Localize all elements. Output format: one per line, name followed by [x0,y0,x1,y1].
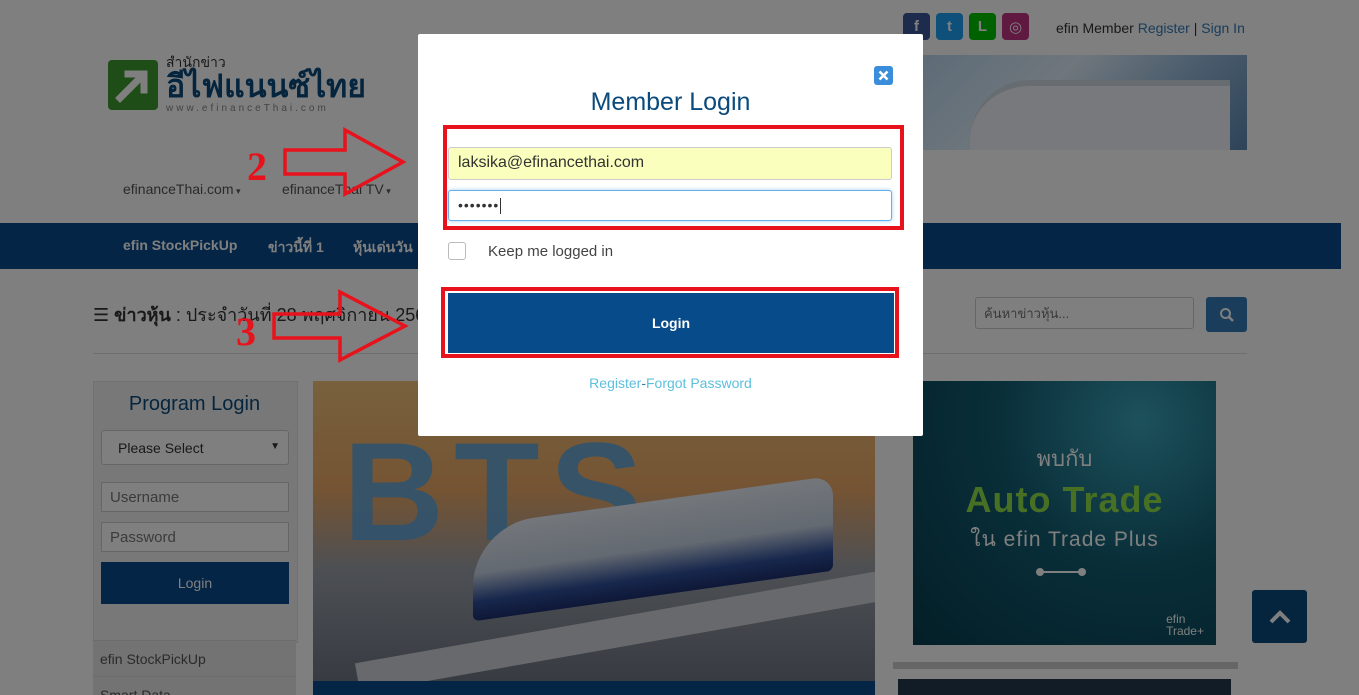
annotation-box-credentials [443,125,904,230]
step-number-3: 3 [236,309,256,354]
step-2-arrow-icon [283,127,407,197]
modal-title: Member Login [590,88,751,116]
step-3-arrow-icon [272,289,409,363]
close-icon [878,70,889,81]
keep-logged-in-checkbox[interactable] [448,242,466,260]
annotation-box-login [441,287,899,358]
forgot-password-link[interactable]: Forgot Password [646,375,752,391]
close-button[interactable] [874,66,893,85]
member-login-modal: Member Login laksika@efinancethai.com ••… [418,34,923,436]
register-link[interactable]: Register [589,375,641,391]
step-number-2: 2 [247,144,267,189]
modal-links: Register-Forgot Password [589,375,752,391]
page: f t L ◎ efin Member Register | Sign In ส… [0,0,1359,695]
keep-logged-in-label: Keep me logged in [488,243,614,260]
